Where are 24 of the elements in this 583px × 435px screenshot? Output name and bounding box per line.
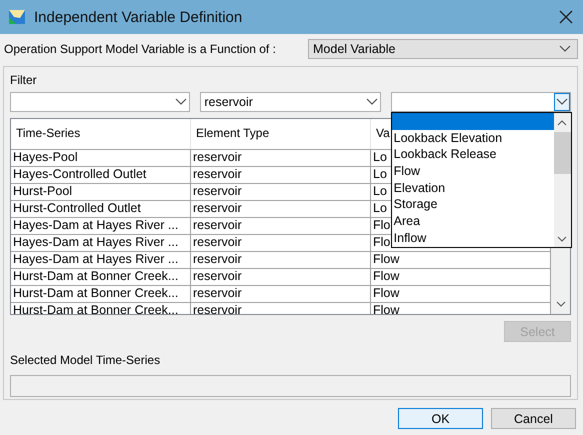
table-cell: reservoir: [191, 201, 371, 217]
selected-series-label: Selected Model Time-Series: [10, 353, 162, 367]
table-cell: Hayes-Dam at Hayes River ...: [11, 218, 191, 234]
table-cell: Hurst-Dam at Bonner Creek...: [11, 286, 191, 302]
table-cell: Hayes-Dam at Hayes River ...: [11, 235, 191, 251]
table-cell: Hurst-Dam at Bonner Creek...: [11, 269, 191, 285]
table-cell: reservoir: [191, 269, 371, 285]
table-cell: reservoir: [191, 218, 371, 234]
table-cell: reservoir: [191, 150, 371, 166]
filter-label: Filter: [10, 73, 38, 87]
table-cell: Hurst-Controlled Outlet: [11, 201, 191, 217]
window-title: Independent Variable Definition: [34, 8, 244, 26]
table-cell: Hurst-Pool: [11, 184, 191, 200]
table-cell: Hurst-Dam at Bonner Creek...: [11, 303, 191, 314]
table-cell: reservoir: [191, 167, 371, 183]
table-cell: reservoir: [191, 235, 371, 251]
table-cell: reservoir: [191, 303, 371, 314]
table-cell: reservoir: [191, 252, 371, 268]
table-cell: reservoir: [191, 286, 371, 302]
table-cell: Hayes-Pool: [11, 150, 191, 166]
function-of-label: Operation Support Model Variable is a Function of :: [4, 42, 277, 56]
table-cell: Hayes-Dam at Hayes River ...: [11, 252, 191, 268]
table-cell: Hayes-Controlled Outlet: [11, 167, 191, 183]
table-cell: reservoir: [191, 184, 371, 200]
